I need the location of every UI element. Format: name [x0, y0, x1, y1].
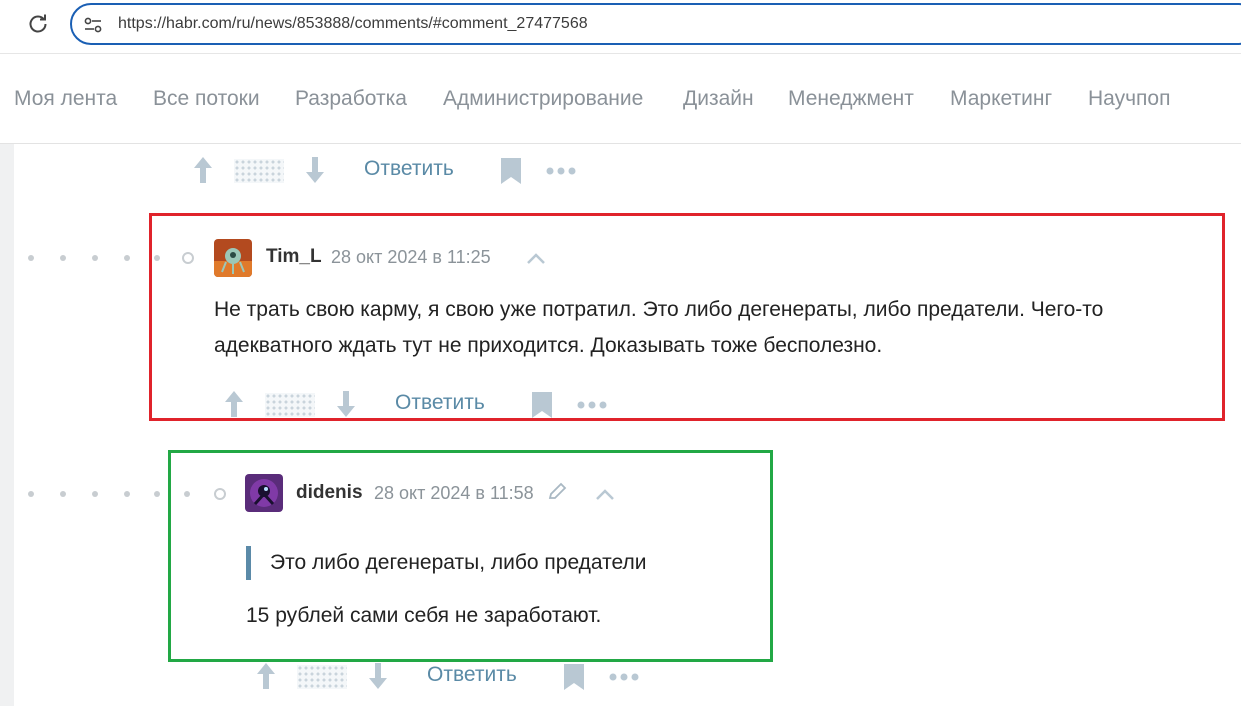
vote-down-icon[interactable]	[367, 661, 389, 691]
reply-button[interactable]: Ответить	[364, 157, 454, 181]
rating-hidden	[297, 665, 347, 689]
highlight-frame-green	[168, 450, 773, 662]
site-info-icon[interactable]	[83, 16, 103, 34]
nav-item-development[interactable]: Разработка	[295, 87, 407, 111]
nav-item-design[interactable]: Дизайн	[683, 87, 754, 111]
more-icon[interactable]	[609, 672, 639, 682]
indent-dot	[92, 255, 98, 261]
indent-dot	[60, 255, 66, 261]
comment-controls-previous: Ответить	[190, 155, 590, 187]
rating-hidden	[234, 159, 284, 183]
more-icon[interactable]	[546, 166, 576, 176]
url-text[interactable]: https://habr.com/ru/news/853888/comments…	[118, 15, 588, 33]
indent-dot	[154, 491, 160, 497]
indent-dot	[28, 491, 34, 497]
nav-item-management[interactable]: Менеджмент	[788, 87, 914, 111]
indent-dot	[124, 255, 130, 261]
bookmark-icon[interactable]	[500, 158, 522, 184]
comment-controls: Ответить	[253, 661, 653, 693]
nav-item-my-feed[interactable]: Моя лента	[14, 87, 117, 111]
address-bar[interactable]: https://habr.com/ru/news/853888/comments…	[70, 3, 1241, 45]
vote-up-icon[interactable]	[255, 661, 277, 691]
indent-dot	[28, 255, 34, 261]
highlight-frame-red	[149, 213, 1225, 421]
indent-dot	[92, 491, 98, 497]
indent-dot	[60, 491, 66, 497]
reload-icon[interactable]	[27, 13, 49, 35]
nav-item-popular-science[interactable]: Научпоп	[1088, 87, 1170, 111]
nav-item-marketing[interactable]: Маркетинг	[950, 87, 1052, 111]
browser-toolbar: https://habr.com/ru/news/853888/comments…	[0, 0, 1241, 54]
vote-down-icon[interactable]	[304, 155, 326, 185]
indent-dot	[124, 491, 130, 497]
vote-up-icon[interactable]	[192, 155, 214, 185]
reply-button[interactable]: Ответить	[427, 663, 517, 687]
hub-navigation: Моя лента Все потоки Разработка Админист…	[0, 54, 1241, 144]
bookmark-icon[interactable]	[563, 664, 585, 690]
nav-item-all-streams[interactable]: Все потоки	[153, 87, 260, 111]
nav-item-administration[interactable]: Администрирование	[443, 87, 643, 111]
